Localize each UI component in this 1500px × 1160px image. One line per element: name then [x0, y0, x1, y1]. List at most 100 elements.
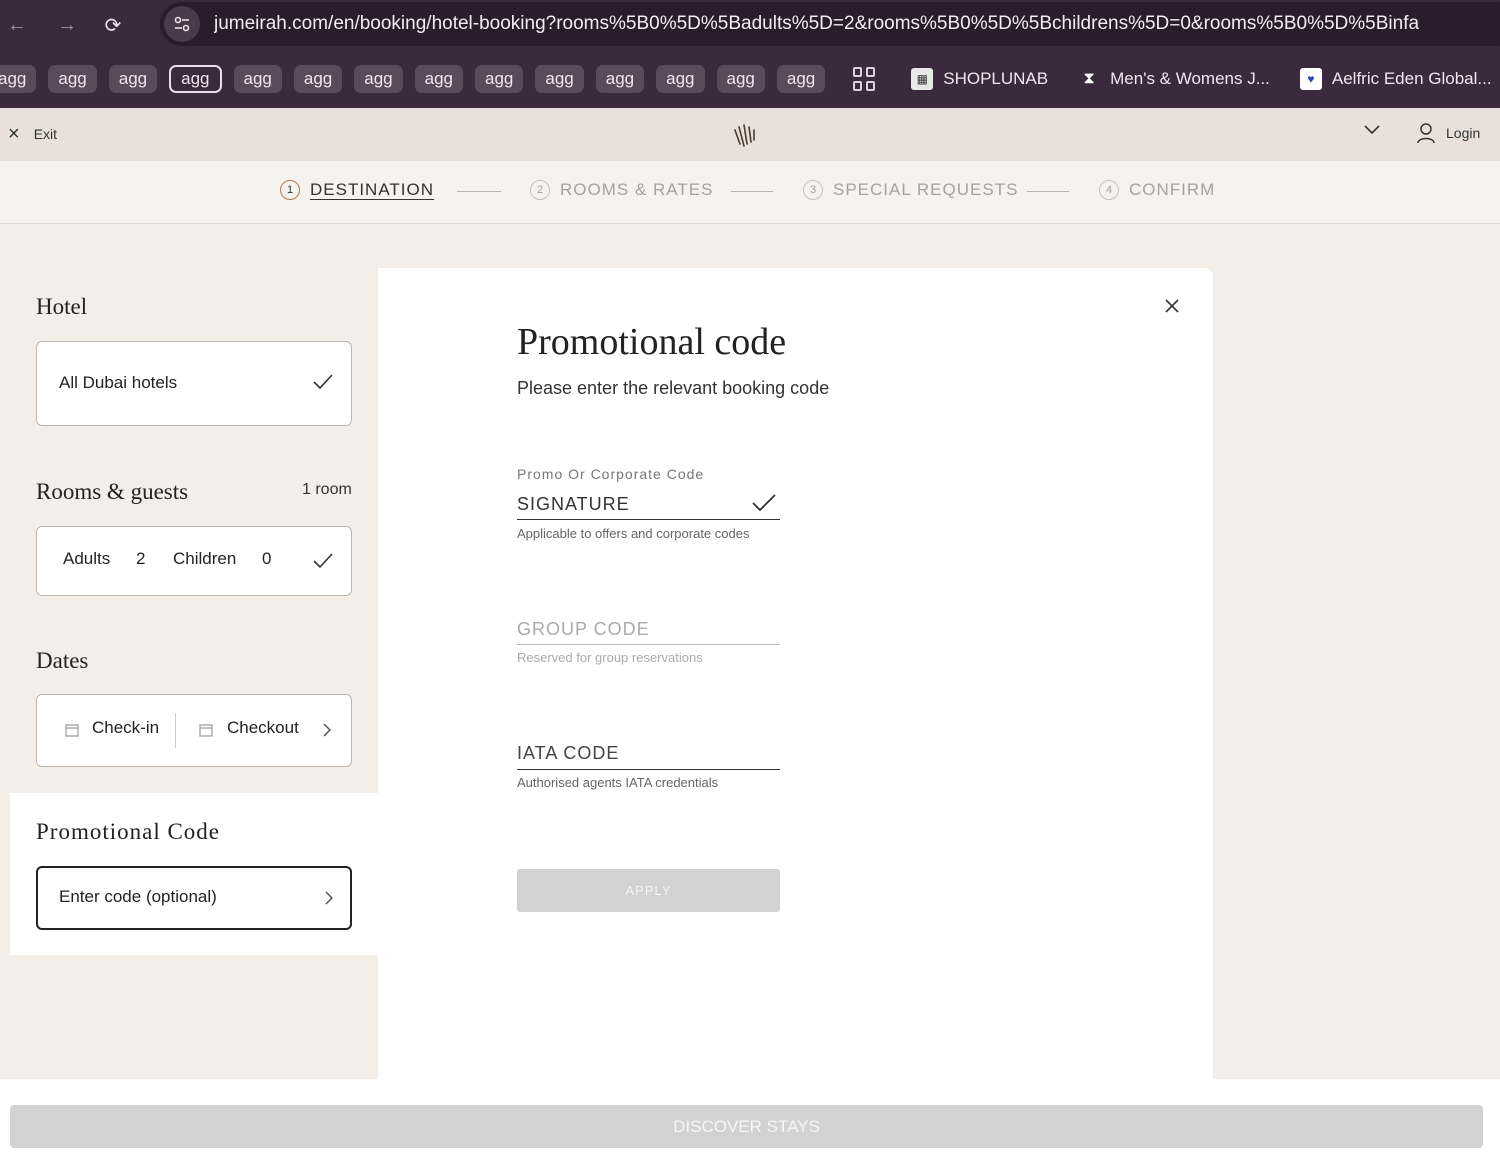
children-label: Children [173, 549, 237, 568]
bookmark-tag[interactable]: agg [293, 65, 343, 93]
group-help-text: Reserved for group reservations [517, 650, 703, 665]
bookmark-tag[interactable]: agg [595, 65, 645, 93]
shoplunab-favicon-icon: ▦ [911, 68, 934, 90]
step-connector [731, 191, 773, 192]
bookmark-tag[interactable]: agg [716, 65, 765, 93]
bookmark-label: SHOPLUNAB [943, 69, 1049, 88]
bookmark-mens-womens[interactable]: ⧗ Men's & Womens J... [1078, 68, 1270, 90]
hotel-select[interactable]: All Dubai hotels [36, 341, 352, 426]
jumeirah-logo-icon[interactable] [730, 120, 760, 150]
promo-code-modal: Promotional code Please enter the releva… [378, 268, 1213, 1079]
bookmark-tag[interactable]: agg [48, 65, 97, 93]
bookmark-tag[interactable]: agg [354, 65, 403, 93]
bookmark-tag[interactable]: agg [0, 65, 37, 93]
login-label: Login [1446, 125, 1481, 141]
chevron-right-icon [323, 723, 331, 737]
aelfric-favicon-icon: ♥ [1299, 68, 1322, 90]
dates-title: Dates [36, 648, 89, 673]
dates-divider [175, 713, 176, 748]
exit-button[interactable]: × Exit [8, 124, 57, 144]
url-text[interactable]: jumeirah.com/en/booking/hotel-booking?ro… [214, 13, 1419, 35]
apps-grid-icon[interactable] [853, 67, 876, 91]
address-bar[interactable]: jumeirah.com/en/booking/hotel-booking?ro… [160, 2, 1500, 46]
site-info-icon[interactable] [164, 6, 200, 42]
exit-label: Exit [33, 126, 58, 142]
site-header: × Exit Login [0, 108, 1500, 161]
step-label: DESTINATION [310, 180, 435, 199]
bookmark-tag[interactable]: agg [475, 65, 524, 93]
promo-placeholder: Enter code (optional) [59, 887, 217, 906]
iata-code-input[interactable]: IATA CODE [517, 743, 619, 764]
adults-label: Adults [63, 549, 111, 568]
horseshoe-favicon-icon: ⧗ [1083, 70, 1095, 87]
rooms-guests-title: Rooms & guests [36, 479, 189, 504]
forward-arrow-icon[interactable]: → [52, 10, 82, 40]
apply-button[interactable]: APPLY [517, 869, 780, 912]
bookmark-tag[interactable]: agg [535, 65, 584, 93]
hotel-title: Hotel [36, 294, 88, 319]
step-number: 4 [1099, 180, 1119, 200]
chevron-down-icon[interactable] [1364, 122, 1380, 140]
checkmark-icon [752, 494, 776, 512]
user-icon [1417, 123, 1435, 144]
calendar-icon [65, 724, 79, 737]
promo-code-field[interactable]: Enter code (optional) [36, 866, 352, 930]
iata-input-underline [517, 769, 780, 770]
modal-title: Promotional code [517, 321, 787, 363]
close-icon: × [8, 123, 20, 145]
bookmark-aelfric-eden[interactable]: ♥ Aelfric Eden Global... [1299, 68, 1492, 90]
discover-stays-button[interactable]: DISCOVER STAYS [10, 1105, 1483, 1148]
booking-sidebar: Hotel All Dubai hotels Rooms & guests 1 … [10, 268, 378, 793]
bookmark-tag[interactable]: agg [108, 65, 158, 93]
reload-icon[interactable]: ⟳ [98, 10, 128, 40]
guests-selector[interactable]: Adults 2 Children 0 [36, 526, 352, 596]
step-label: CONFIRM [1129, 180, 1216, 199]
step-number: 1 [280, 180, 300, 200]
back-arrow-icon[interactable]: ← [2, 10, 32, 40]
iata-help-text: Authorised agents IATA credentials [517, 775, 719, 790]
step-rooms-rates: 2 ROOMS & RATES [530, 180, 713, 200]
step-number: 2 [530, 180, 550, 200]
room-count: 1 room [302, 481, 352, 498]
group-code-input[interactable]: GROUP CODE [517, 619, 650, 640]
bookmark-tag[interactable]: agg [414, 65, 463, 93]
bookmark-tag[interactable]: agg [169, 65, 222, 93]
step-label: SPECIAL REQUESTS [833, 180, 1019, 199]
promo-help-text: Applicable to offers and corporate codes [517, 526, 750, 541]
checkmark-icon [313, 553, 333, 569]
promo-title: Promotional Code [36, 819, 221, 844]
checkin-label[interactable]: Check-in [92, 718, 159, 738]
checkmark-icon [313, 374, 333, 390]
bookmarks-bar: agg agg agg agg agg agg agg agg agg agg … [0, 50, 1500, 108]
bottom-bar: DISCOVER STAYS [0, 1079, 1500, 1160]
browser-toolbar: ← → ⟳ jumeirah.com/en/booking/hotel-book… [0, 0, 1500, 50]
modal-close-icon[interactable] [1164, 292, 1180, 318]
promo-section: Promotional Code Enter code (optional) [10, 793, 378, 955]
calendar-icon [199, 724, 213, 737]
bookmark-shoplunab[interactable]: ▦ SHOPLUNAB [911, 68, 1048, 90]
bookmark-tag[interactable]: agg [656, 65, 705, 93]
adults-value: 2 [136, 549, 146, 568]
children-value: 0 [262, 549, 272, 568]
hotel-value: All Dubai hotels [59, 373, 178, 392]
group-input-underline [517, 644, 780, 645]
dates-selector[interactable]: Check-in Checkout [36, 694, 352, 767]
promo-input-label: Promo Or Corporate Code [517, 466, 705, 482]
step-destination[interactable]: 1 DESTINATION [280, 180, 434, 200]
bookmark-tag[interactable]: agg [233, 65, 282, 93]
step-connector [457, 191, 501, 192]
step-connector [1027, 191, 1069, 192]
chevron-right-icon [325, 891, 333, 905]
booking-steps [0, 161, 1500, 224]
step-special-requests: 3 SPECIAL REQUESTS [803, 180, 1018, 200]
bookmark-tag[interactable]: agg [776, 65, 826, 93]
promo-input-underline [517, 519, 780, 520]
checkout-label[interactable]: Checkout [227, 718, 299, 738]
step-number: 3 [803, 180, 823, 200]
step-label: ROOMS & RATES [560, 180, 714, 199]
bookmark-label: Aelfric Eden Global... [1331, 69, 1492, 88]
step-confirm: 4 CONFIRM [1099, 180, 1215, 200]
promo-input-value[interactable]: SIGNATURE [517, 494, 630, 515]
login-button[interactable]: Login [1416, 122, 1480, 144]
modal-subtitle: Please enter the relevant booking code [517, 378, 830, 398]
